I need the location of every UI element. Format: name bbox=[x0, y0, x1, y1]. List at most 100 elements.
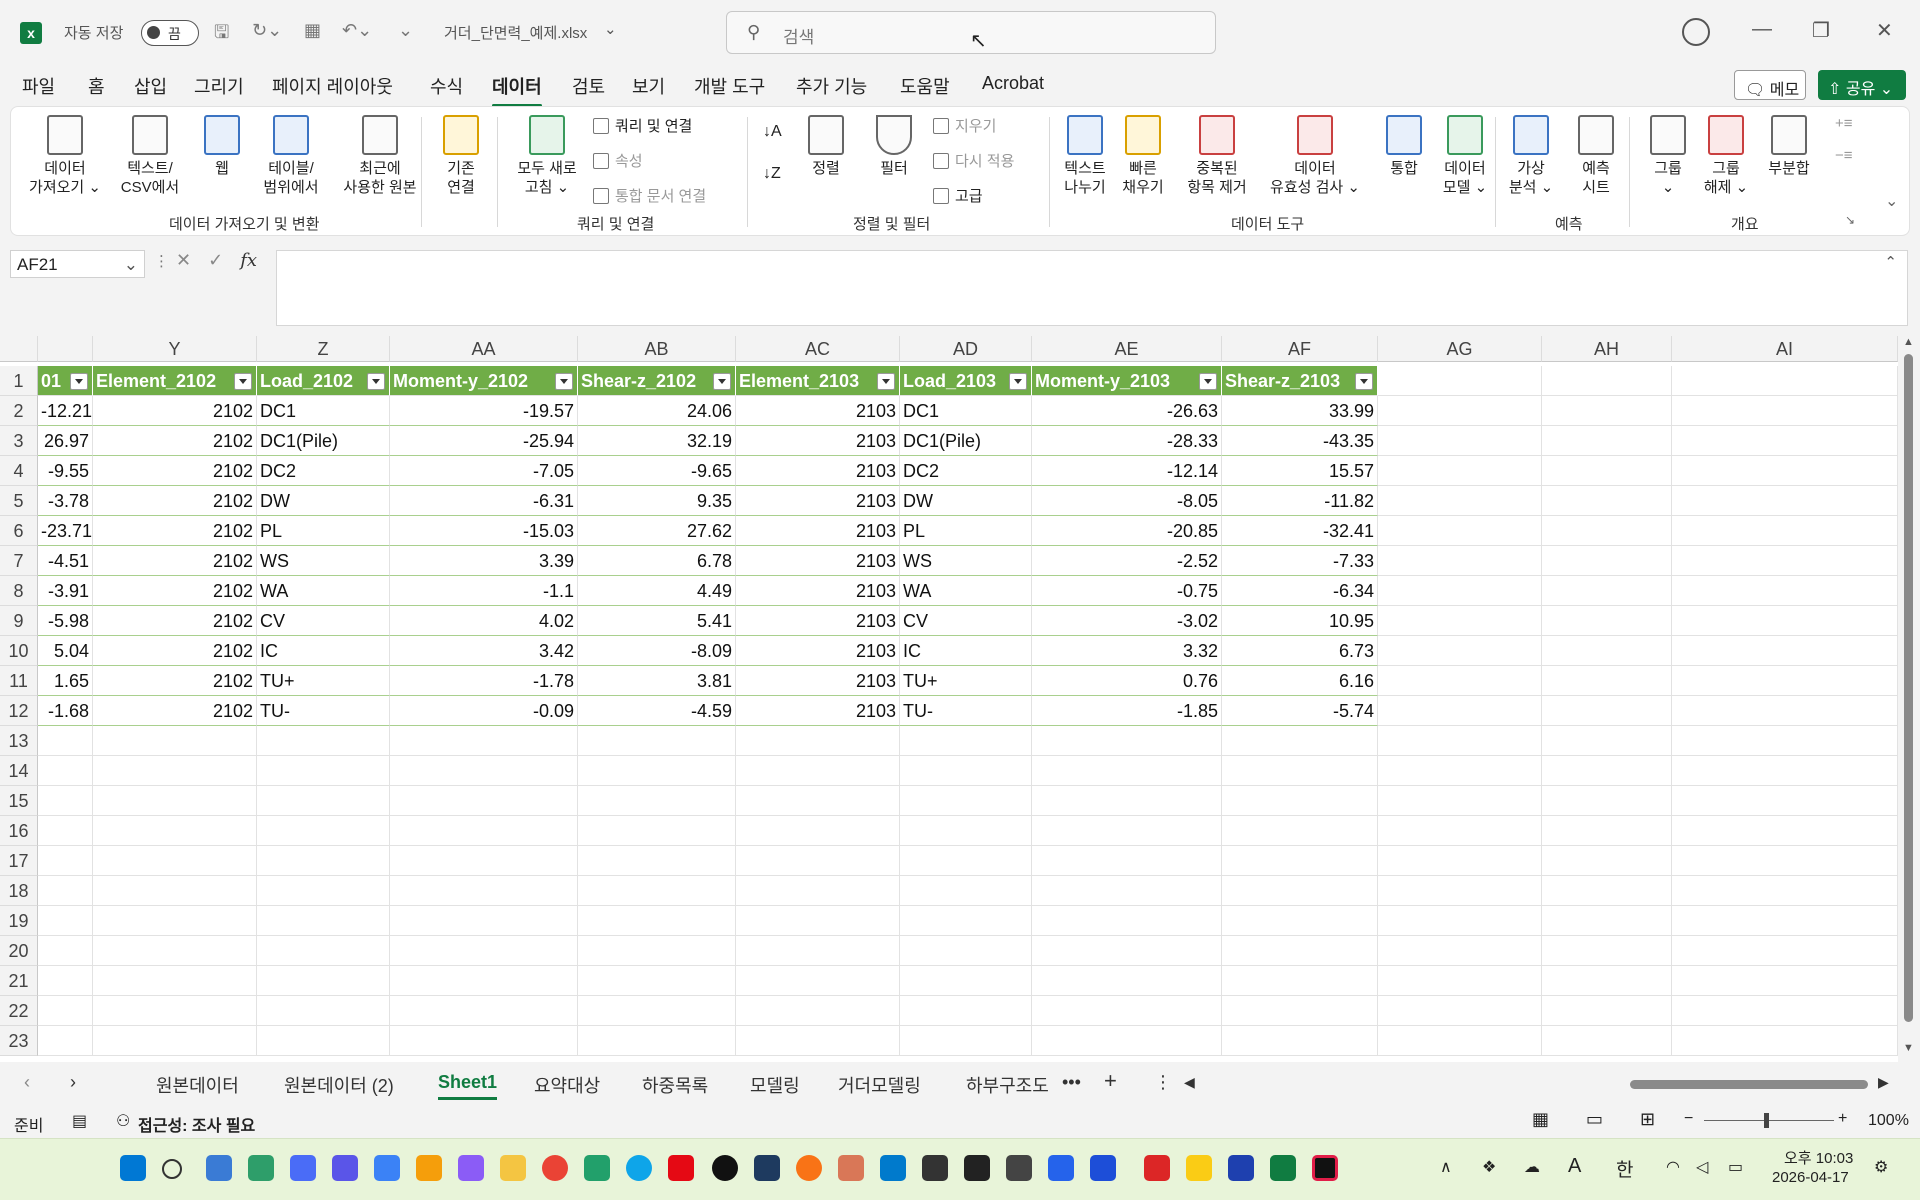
empty-cell[interactable] bbox=[900, 846, 1032, 876]
what-if-button[interactable]: 가상 분석 ⌄ bbox=[1503, 115, 1559, 197]
table-cell[interactable]: DC1(Pile) bbox=[257, 426, 390, 456]
add-sheet-icon[interactable]: + bbox=[1104, 1068, 1117, 1094]
zoom-level[interactable]: 100% bbox=[1868, 1112, 1909, 1130]
empty-cell[interactable] bbox=[900, 906, 1032, 936]
column-header[interactable]: AF bbox=[1222, 336, 1378, 362]
taskbar-search-icon[interactable] bbox=[162, 1159, 182, 1179]
wifi-icon[interactable]: ◠ bbox=[1666, 1157, 1680, 1177]
column-header[interactable]: AA bbox=[390, 336, 578, 362]
row-header[interactable]: 13 bbox=[0, 726, 38, 756]
row-header[interactable]: 7 bbox=[0, 546, 38, 576]
filter-dropdown-icon[interactable] bbox=[1009, 373, 1027, 390]
empty-cell[interactable] bbox=[1542, 726, 1672, 756]
empty-cell[interactable] bbox=[736, 996, 900, 1026]
table-cell[interactable]: -6.34 bbox=[1222, 576, 1378, 606]
app-icon[interactable] bbox=[290, 1155, 316, 1181]
scroll-down-icon[interactable]: ▼ bbox=[1903, 1042, 1914, 1054]
empty-cell[interactable] bbox=[1222, 876, 1378, 906]
empty-cell[interactable] bbox=[93, 756, 257, 786]
empty-cell[interactable] bbox=[1032, 1026, 1222, 1056]
data-validation-button[interactable]: 데이터 유효성 검사 ⌄ bbox=[1261, 115, 1369, 197]
empty-cell[interactable] bbox=[578, 786, 736, 816]
row-header[interactable]: 4 bbox=[0, 456, 38, 486]
page-layout-view-icon[interactable]: ▭ bbox=[1586, 1109, 1603, 1130]
table-cell[interactable]: -32.41 bbox=[1222, 516, 1378, 546]
clock-date[interactable]: 2026-04-17 bbox=[1772, 1169, 1849, 1186]
app-icon[interactable] bbox=[922, 1155, 948, 1181]
row-header[interactable]: 23 bbox=[0, 1026, 38, 1056]
chrome-icon[interactable] bbox=[542, 1155, 568, 1181]
table-cell[interactable]: -7.33 bbox=[1222, 546, 1378, 576]
empty-cell[interactable] bbox=[736, 726, 900, 756]
table-cell[interactable]: IC bbox=[257, 636, 390, 666]
show-detail-icon[interactable]: +≡ bbox=[1835, 115, 1853, 132]
table-cell[interactable]: 2103 bbox=[736, 636, 900, 666]
sheet-tab[interactable]: 모델링 bbox=[750, 1072, 800, 1098]
empty-cell[interactable] bbox=[900, 726, 1032, 756]
table-cell[interactable]: 2102 bbox=[93, 606, 257, 636]
empty-cell[interactable] bbox=[1542, 546, 1672, 576]
column-header[interactable]: AG bbox=[1378, 336, 1542, 362]
tab-formulas[interactable]: 수식 bbox=[430, 73, 463, 99]
table-cell[interactable]: CV bbox=[900, 606, 1032, 636]
empty-cell[interactable] bbox=[1378, 456, 1542, 486]
column-header[interactable]: AH bbox=[1542, 336, 1672, 362]
filter-dropdown-icon[interactable] bbox=[1199, 373, 1217, 390]
empty-cell[interactable] bbox=[38, 936, 93, 966]
excel-taskbar-icon[interactable] bbox=[1270, 1155, 1296, 1181]
empty-cell[interactable] bbox=[1032, 876, 1222, 906]
filename-chevron-icon[interactable]: ⌄ bbox=[604, 20, 617, 38]
empty-cell[interactable] bbox=[1378, 726, 1542, 756]
row-header[interactable]: 2 bbox=[0, 396, 38, 426]
page-break-view-icon[interactable]: ⊞ bbox=[1640, 1109, 1655, 1130]
table-cell[interactable]: DC1(Pile) bbox=[900, 426, 1032, 456]
empty-cell[interactable] bbox=[1032, 786, 1222, 816]
empty-cell[interactable] bbox=[1672, 816, 1898, 846]
empty-cell[interactable] bbox=[1378, 486, 1542, 516]
empty-cell[interactable] bbox=[390, 726, 578, 756]
table-cell[interactable]: -5.74 bbox=[1222, 696, 1378, 726]
empty-cell[interactable] bbox=[1672, 726, 1898, 756]
empty-cell[interactable] bbox=[578, 756, 736, 786]
sheet-tab[interactable]: 거더모델링 bbox=[838, 1072, 921, 1098]
empty-cell[interactable] bbox=[900, 816, 1032, 846]
empty-cell[interactable] bbox=[1378, 396, 1542, 426]
empty-cell[interactable] bbox=[1222, 756, 1378, 786]
table-cell[interactable]: 27.62 bbox=[578, 516, 736, 546]
table-cell[interactable]: 6.73 bbox=[1222, 636, 1378, 666]
tab-home[interactable]: 홈 bbox=[88, 73, 105, 99]
table-cell[interactable]: DW bbox=[900, 486, 1032, 516]
empty-cell[interactable] bbox=[736, 966, 900, 996]
table-cell[interactable]: 2103 bbox=[736, 396, 900, 426]
empty-cell[interactable] bbox=[1378, 1026, 1542, 1056]
app-icon[interactable] bbox=[796, 1155, 822, 1181]
empty-cell[interactable] bbox=[1378, 546, 1542, 576]
filter-dropdown-icon[interactable] bbox=[1355, 373, 1373, 390]
redo-icon[interactable]: ↻⌄ bbox=[252, 20, 282, 41]
table-cell[interactable]: TU- bbox=[257, 696, 390, 726]
empty-cell[interactable] bbox=[93, 996, 257, 1026]
table-header-cell[interactable]: Moment-y_2103 bbox=[1032, 366, 1222, 396]
app-icon[interactable] bbox=[1090, 1155, 1116, 1181]
table-cell[interactable]: 32.19 bbox=[578, 426, 736, 456]
table-cell[interactable]: 2102 bbox=[93, 396, 257, 426]
empty-cell[interactable] bbox=[257, 966, 390, 996]
sheet-tab[interactable]: 하부구조도 bbox=[966, 1072, 1050, 1098]
table-cell[interactable]: 3.32 bbox=[1032, 636, 1222, 666]
tab-developer[interactable]: 개발 도구 bbox=[694, 73, 765, 99]
sheet-tab[interactable]: 하중목록 bbox=[642, 1072, 708, 1098]
clock-time[interactable]: 오후 10:03 bbox=[1784, 1147, 1853, 1168]
empty-cell[interactable] bbox=[1378, 846, 1542, 876]
empty-cell[interactable] bbox=[900, 1026, 1032, 1056]
empty-cell[interactable] bbox=[93, 786, 257, 816]
empty-cell[interactable] bbox=[1672, 516, 1898, 546]
empty-cell[interactable] bbox=[1672, 426, 1898, 456]
empty-cell[interactable] bbox=[1222, 816, 1378, 846]
empty-cell[interactable] bbox=[1222, 846, 1378, 876]
empty-cell[interactable] bbox=[1542, 576, 1672, 606]
hscroll-left-icon[interactable]: ◀ bbox=[1184, 1074, 1195, 1091]
sort-asc-icon[interactable]: ↓A bbox=[763, 123, 782, 141]
filter-dropdown-icon[interactable] bbox=[877, 373, 895, 390]
empty-cell[interactable] bbox=[390, 936, 578, 966]
row-header[interactable]: 22 bbox=[0, 996, 38, 1026]
